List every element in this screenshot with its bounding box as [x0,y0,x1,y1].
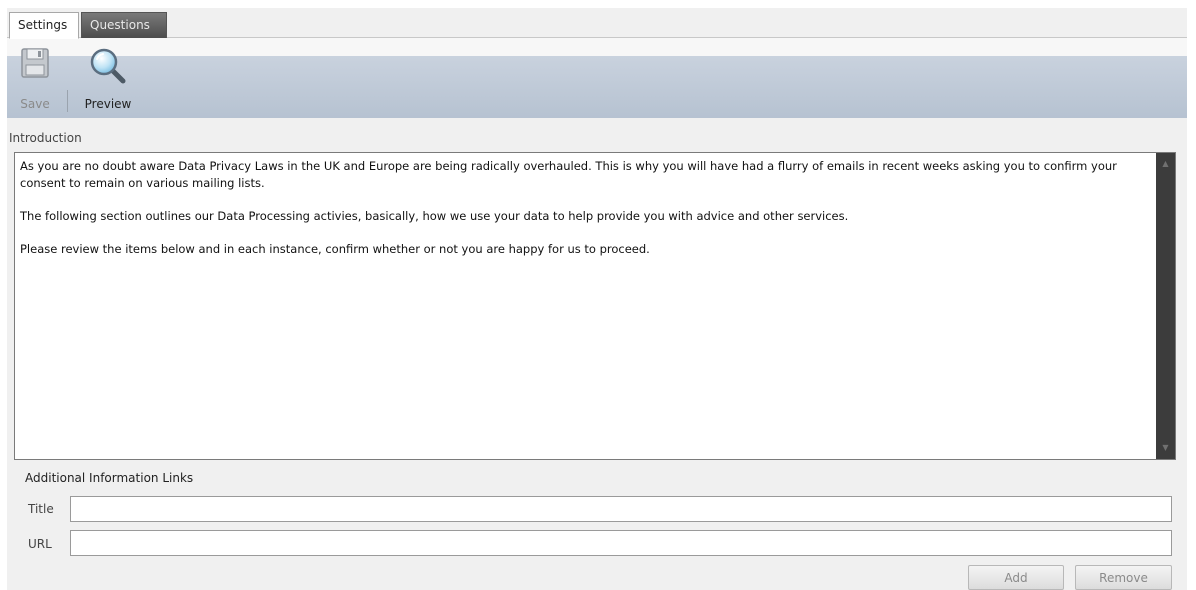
introduction-text: As you are no doubt aware Data Privacy L… [20,158,1150,274]
editor-panel: Settings Questions Save Preview Introduc… [7,8,1187,590]
add-button[interactable]: Add [968,565,1064,590]
preview-button[interactable]: Preview [77,46,139,114]
url-field[interactable] [70,530,1172,556]
introduction-textarea[interactable]: As you are no doubt aware Data Privacy L… [14,152,1176,460]
intro-paragraph: Please review the items below and in eac… [20,242,650,256]
links-heading: Additional Information Links [25,471,194,485]
floppy-disk-icon [21,48,49,78]
save-button[interactable]: Save [13,46,57,114]
tab-strip: Settings Questions [7,8,1187,39]
toolbar: Save Preview [7,38,1187,118]
toolbar-separator [67,90,68,112]
tab-settings[interactable]: Settings [9,12,79,39]
preview-label: Preview [84,97,132,111]
vertical-scrollbar[interactable]: ▲ ▼ [1156,153,1175,459]
introduction-label: Introduction [9,131,82,145]
scroll-up-icon[interactable]: ▲ [1156,157,1175,171]
save-label: Save [20,97,50,111]
tab-questions[interactable]: Questions [81,12,167,38]
title-label: Title [28,502,54,516]
intro-paragraph: As you are no doubt aware Data Privacy L… [20,159,1117,190]
toolbar-band [7,56,1187,118]
magnifier-icon [90,48,126,84]
url-label: URL [28,537,52,551]
remove-button[interactable]: Remove [1075,565,1172,590]
intro-paragraph: The following section outlines our Data … [20,209,849,223]
title-field[interactable] [70,496,1172,522]
scroll-down-icon[interactable]: ▼ [1156,441,1175,455]
